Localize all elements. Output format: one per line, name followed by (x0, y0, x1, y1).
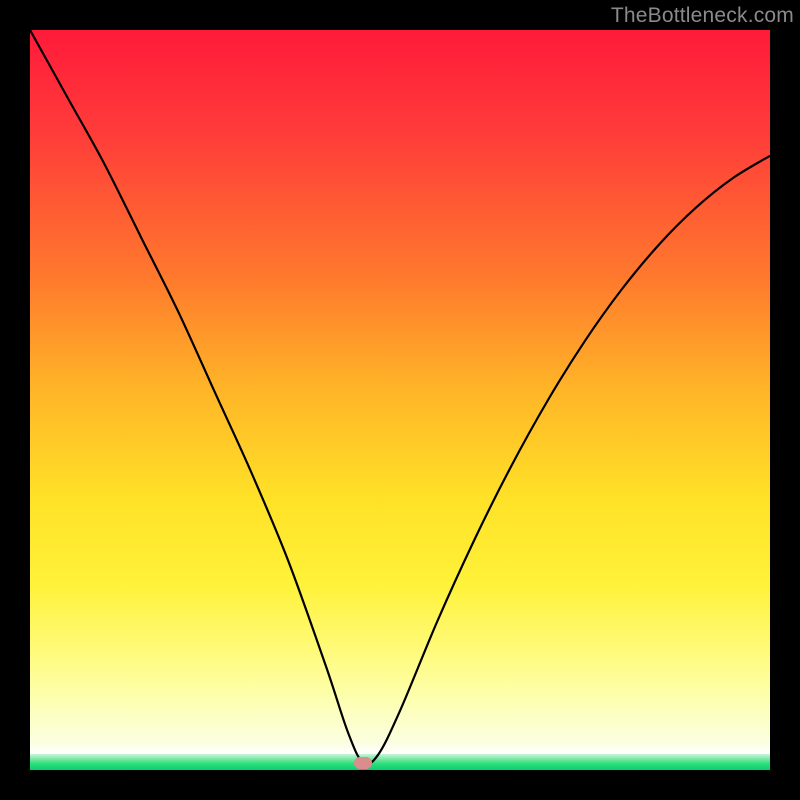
curve-path (30, 30, 770, 764)
chart-frame: TheBottleneck.com (0, 0, 800, 800)
plot-area (30, 30, 770, 770)
bottleneck-curve (30, 30, 770, 770)
optimal-marker (354, 757, 372, 769)
watermark-text: TheBottleneck.com (611, 4, 794, 28)
